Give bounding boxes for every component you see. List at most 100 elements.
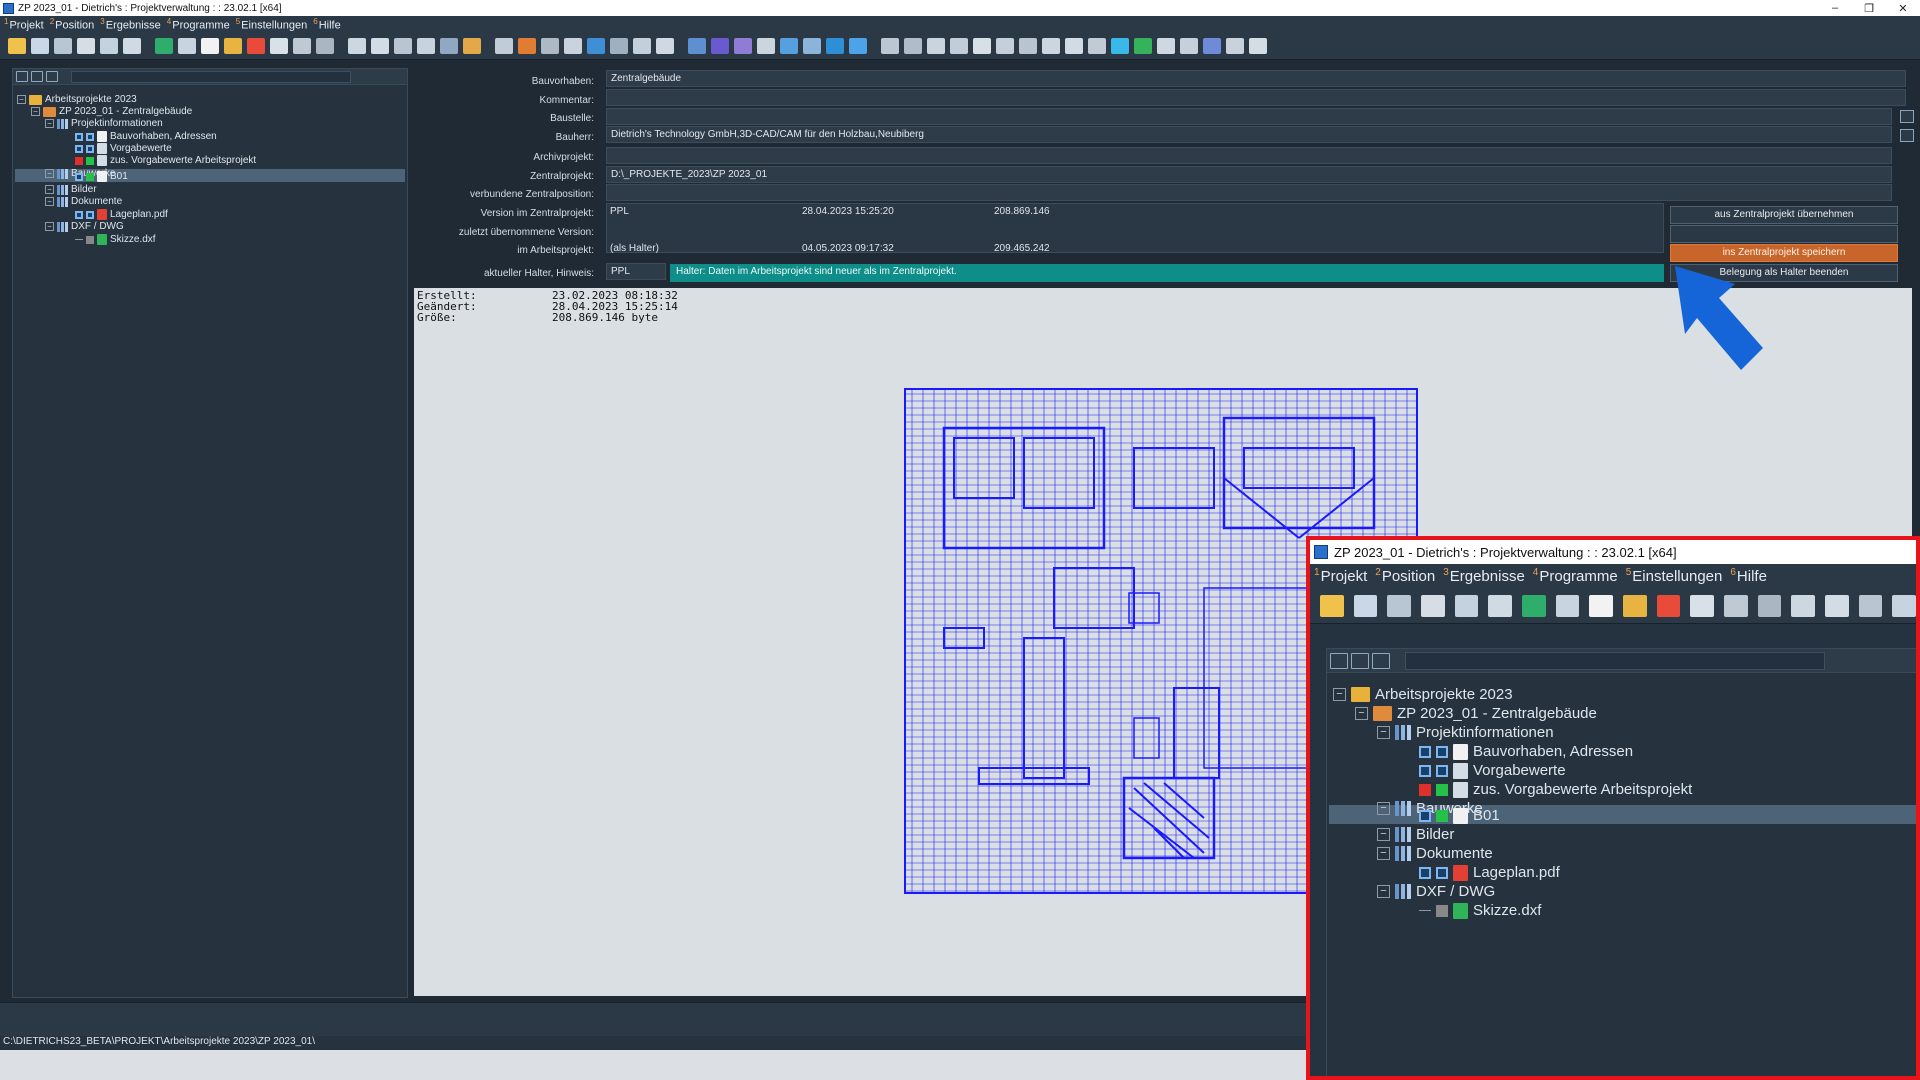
toolbar-tool-icon[interactable]	[757, 38, 775, 54]
collapse-icon[interactable]: −	[45, 197, 54, 206]
field-archivprojekt[interactable]	[606, 147, 1892, 164]
collapse-icon[interactable]: −	[45, 119, 54, 128]
zoom-node-bilder[interactable]: − Bilder	[1377, 825, 1454, 844]
toolbar-tool-icon[interactable]	[1892, 594, 1916, 617]
collapse-icon[interactable]: −	[45, 222, 54, 231]
field-bauherr[interactable]: Dietrich's Technology GmbH,3D-CAD/CAM fü…	[606, 126, 1892, 143]
toolbar-tool-icon[interactable]	[247, 38, 265, 54]
toolbar-tool-icon[interactable]	[950, 38, 968, 54]
toolbar-tool-icon[interactable]	[656, 38, 674, 54]
toolbar-tool-icon[interactable]	[1454, 594, 1479, 617]
zoom-node-dokumente[interactable]: − Dokumente	[1377, 844, 1493, 863]
zoom-node-zus-vorgabewerte[interactable]: zus. Vorgabewerte Arbeitsprojekt	[1419, 780, 1692, 799]
tree-node-projektinformationen[interactable]: − Projektinformationen	[45, 117, 163, 130]
zoom-node-projektinformationen[interactable]: − Projektinformationen	[1377, 723, 1554, 742]
toolbar-tool-icon[interactable]	[1555, 594, 1580, 617]
tree-node-skizze[interactable]: Skizze.dxf	[75, 233, 156, 246]
toolbar-tool-icon[interactable]	[518, 38, 536, 54]
toolbar-tool-icon[interactable]	[1226, 38, 1244, 54]
collapse-icon[interactable]: −	[45, 169, 54, 178]
toolbar-tool-icon[interactable]	[440, 38, 458, 54]
toolbar-tool-icon[interactable]	[54, 38, 72, 54]
toolbar-tool-icon[interactable]	[1180, 38, 1198, 54]
toolbar-tool-icon[interactable]	[463, 38, 481, 54]
baustelle-lookup-icon[interactable]	[1900, 110, 1914, 123]
ins-zentralprojekt-speichern-button[interactable]: ins Zentralprojekt speichern	[1670, 244, 1898, 262]
field-baustelle[interactable]	[606, 108, 1892, 125]
toolbar-tool-icon[interactable]	[1249, 38, 1267, 54]
close-button[interactable]: ✕	[1886, 2, 1920, 15]
menu-ergebnisse[interactable]: 3Ergebnisse	[100, 17, 161, 32]
zoom-menu-position[interactable]: 2Position	[1375, 567, 1435, 585]
zoom-menu-programme[interactable]: 4Programme	[1533, 567, 1618, 585]
toolbar-tool-icon[interactable]	[293, 38, 311, 54]
toolbar-tool-icon[interactable]	[1019, 38, 1037, 54]
expand-all-icon[interactable]	[16, 71, 28, 82]
toolbar-tool-icon[interactable]	[155, 38, 173, 54]
camera-icon[interactable]	[1372, 652, 1390, 669]
toolbar-tool-icon[interactable]	[1690, 594, 1715, 617]
toolbar-tool-icon[interactable]	[1488, 594, 1513, 617]
toolbar-tool-icon[interactable]	[1757, 594, 1782, 617]
toolbar-tool-icon[interactable]	[1421, 594, 1445, 617]
toolbar-tool-icon[interactable]	[1320, 594, 1344, 617]
field-verbundene-zentralposition[interactable]	[606, 184, 1892, 201]
toolbar-tool-icon[interactable]	[1589, 594, 1614, 617]
toolbar-tool-icon[interactable]	[849, 38, 867, 54]
toolbar-tool-icon[interactable]	[1203, 38, 1221, 54]
toolbar-tool-icon[interactable]	[1522, 594, 1546, 617]
collapse-icon[interactable]: −	[45, 185, 54, 194]
toolbar-tool-icon[interactable]	[371, 38, 389, 54]
toolbar-tool-icon[interactable]	[1791, 594, 1816, 617]
zoom-node-bauvorhaben[interactable]: Bauvorhaben, Adressen	[1419, 742, 1633, 761]
toolbar-tool-icon[interactable]	[77, 38, 95, 54]
toolbar-tool-icon[interactable]	[1656, 594, 1681, 617]
tree-filter-field[interactable]	[71, 70, 351, 83]
tree-node-zus-vorgabewerte[interactable]: zus. Vorgabewerte Arbeitsprojekt	[75, 154, 256, 167]
menu-position[interactable]: 2Position	[50, 17, 95, 32]
menu-hilfe[interactable]: 6Hilfe	[313, 17, 340, 32]
toolbar-tool-icon[interactable]	[780, 38, 798, 54]
menu-programme[interactable]: 4Programme	[167, 17, 230, 32]
field-kommentar[interactable]	[606, 89, 1906, 106]
zoom-node-root[interactable]: − Arbeitsprojekte 2023	[1333, 685, 1513, 704]
tree-node-dokumente[interactable]: − Dokumente	[45, 195, 122, 208]
zoom-menu-hilfe[interactable]: 6Hilfe	[1730, 567, 1767, 585]
toolbar-tool-icon[interactable]	[633, 38, 651, 54]
toolbar-tool-icon[interactable]	[1134, 38, 1152, 54]
toolbar-tool-icon[interactable]	[803, 38, 821, 54]
collapse-all-icon[interactable]	[31, 71, 43, 82]
maximize-button[interactable]: ❐	[1852, 2, 1886, 15]
toolbar-tool-icon[interactable]	[495, 38, 513, 54]
collapse-icon[interactable]: −	[1355, 707, 1368, 720]
toolbar-tool-icon[interactable]	[587, 38, 605, 54]
zoom-node-project[interactable]: − ZP 2023_01 - Zentralgebäude	[1355, 704, 1597, 723]
collapse-icon[interactable]: −	[1333, 688, 1346, 701]
collapse-icon[interactable]: −	[1377, 885, 1390, 898]
toolbar-tool-icon[interactable]	[123, 38, 141, 54]
toolbar-tool-icon[interactable]	[1065, 38, 1083, 54]
collapse-icon[interactable]: −	[31, 107, 40, 116]
toolbar-tool-icon[interactable]	[270, 38, 288, 54]
zoom-tree-filter-field[interactable]	[1405, 651, 1825, 670]
collapse-icon[interactable]: −	[1377, 847, 1390, 860]
toolbar-tool-icon[interactable]	[541, 38, 559, 54]
zoom-menu-einstellungen[interactable]: 5Einstellungen	[1626, 567, 1723, 585]
aus-zentralprojekt-uebernehmen-button[interactable]: aus Zentralprojekt übernehmen	[1670, 206, 1898, 224]
toolbar-tool-icon[interactable]	[417, 38, 435, 54]
minimize-button[interactable]: –	[1818, 2, 1852, 15]
toolbar-tool-icon[interactable]	[1353, 594, 1378, 617]
toolbar-tool-icon[interactable]	[973, 38, 991, 54]
zoom-node-lageplan[interactable]: Lageplan.pdf	[1419, 863, 1560, 882]
collapse-icon[interactable]: −	[1377, 828, 1390, 841]
toolbar-tool-icon[interactable]	[100, 38, 118, 54]
menu-projekt[interactable]: 1Projekt	[4, 17, 44, 32]
toolbar-tool-icon[interactable]	[1724, 594, 1748, 617]
collapse-all-icon[interactable]	[1351, 652, 1369, 669]
toolbar-tool-icon[interactable]	[1858, 594, 1883, 617]
toolbar-tool-icon[interactable]	[927, 38, 945, 54]
zoom-node-b01[interactable]: B01	[1419, 806, 1500, 825]
toolbar-tool-icon[interactable]	[178, 38, 196, 54]
collapse-icon[interactable]: −	[1377, 802, 1390, 815]
toolbar-tool-icon[interactable]	[394, 38, 412, 54]
